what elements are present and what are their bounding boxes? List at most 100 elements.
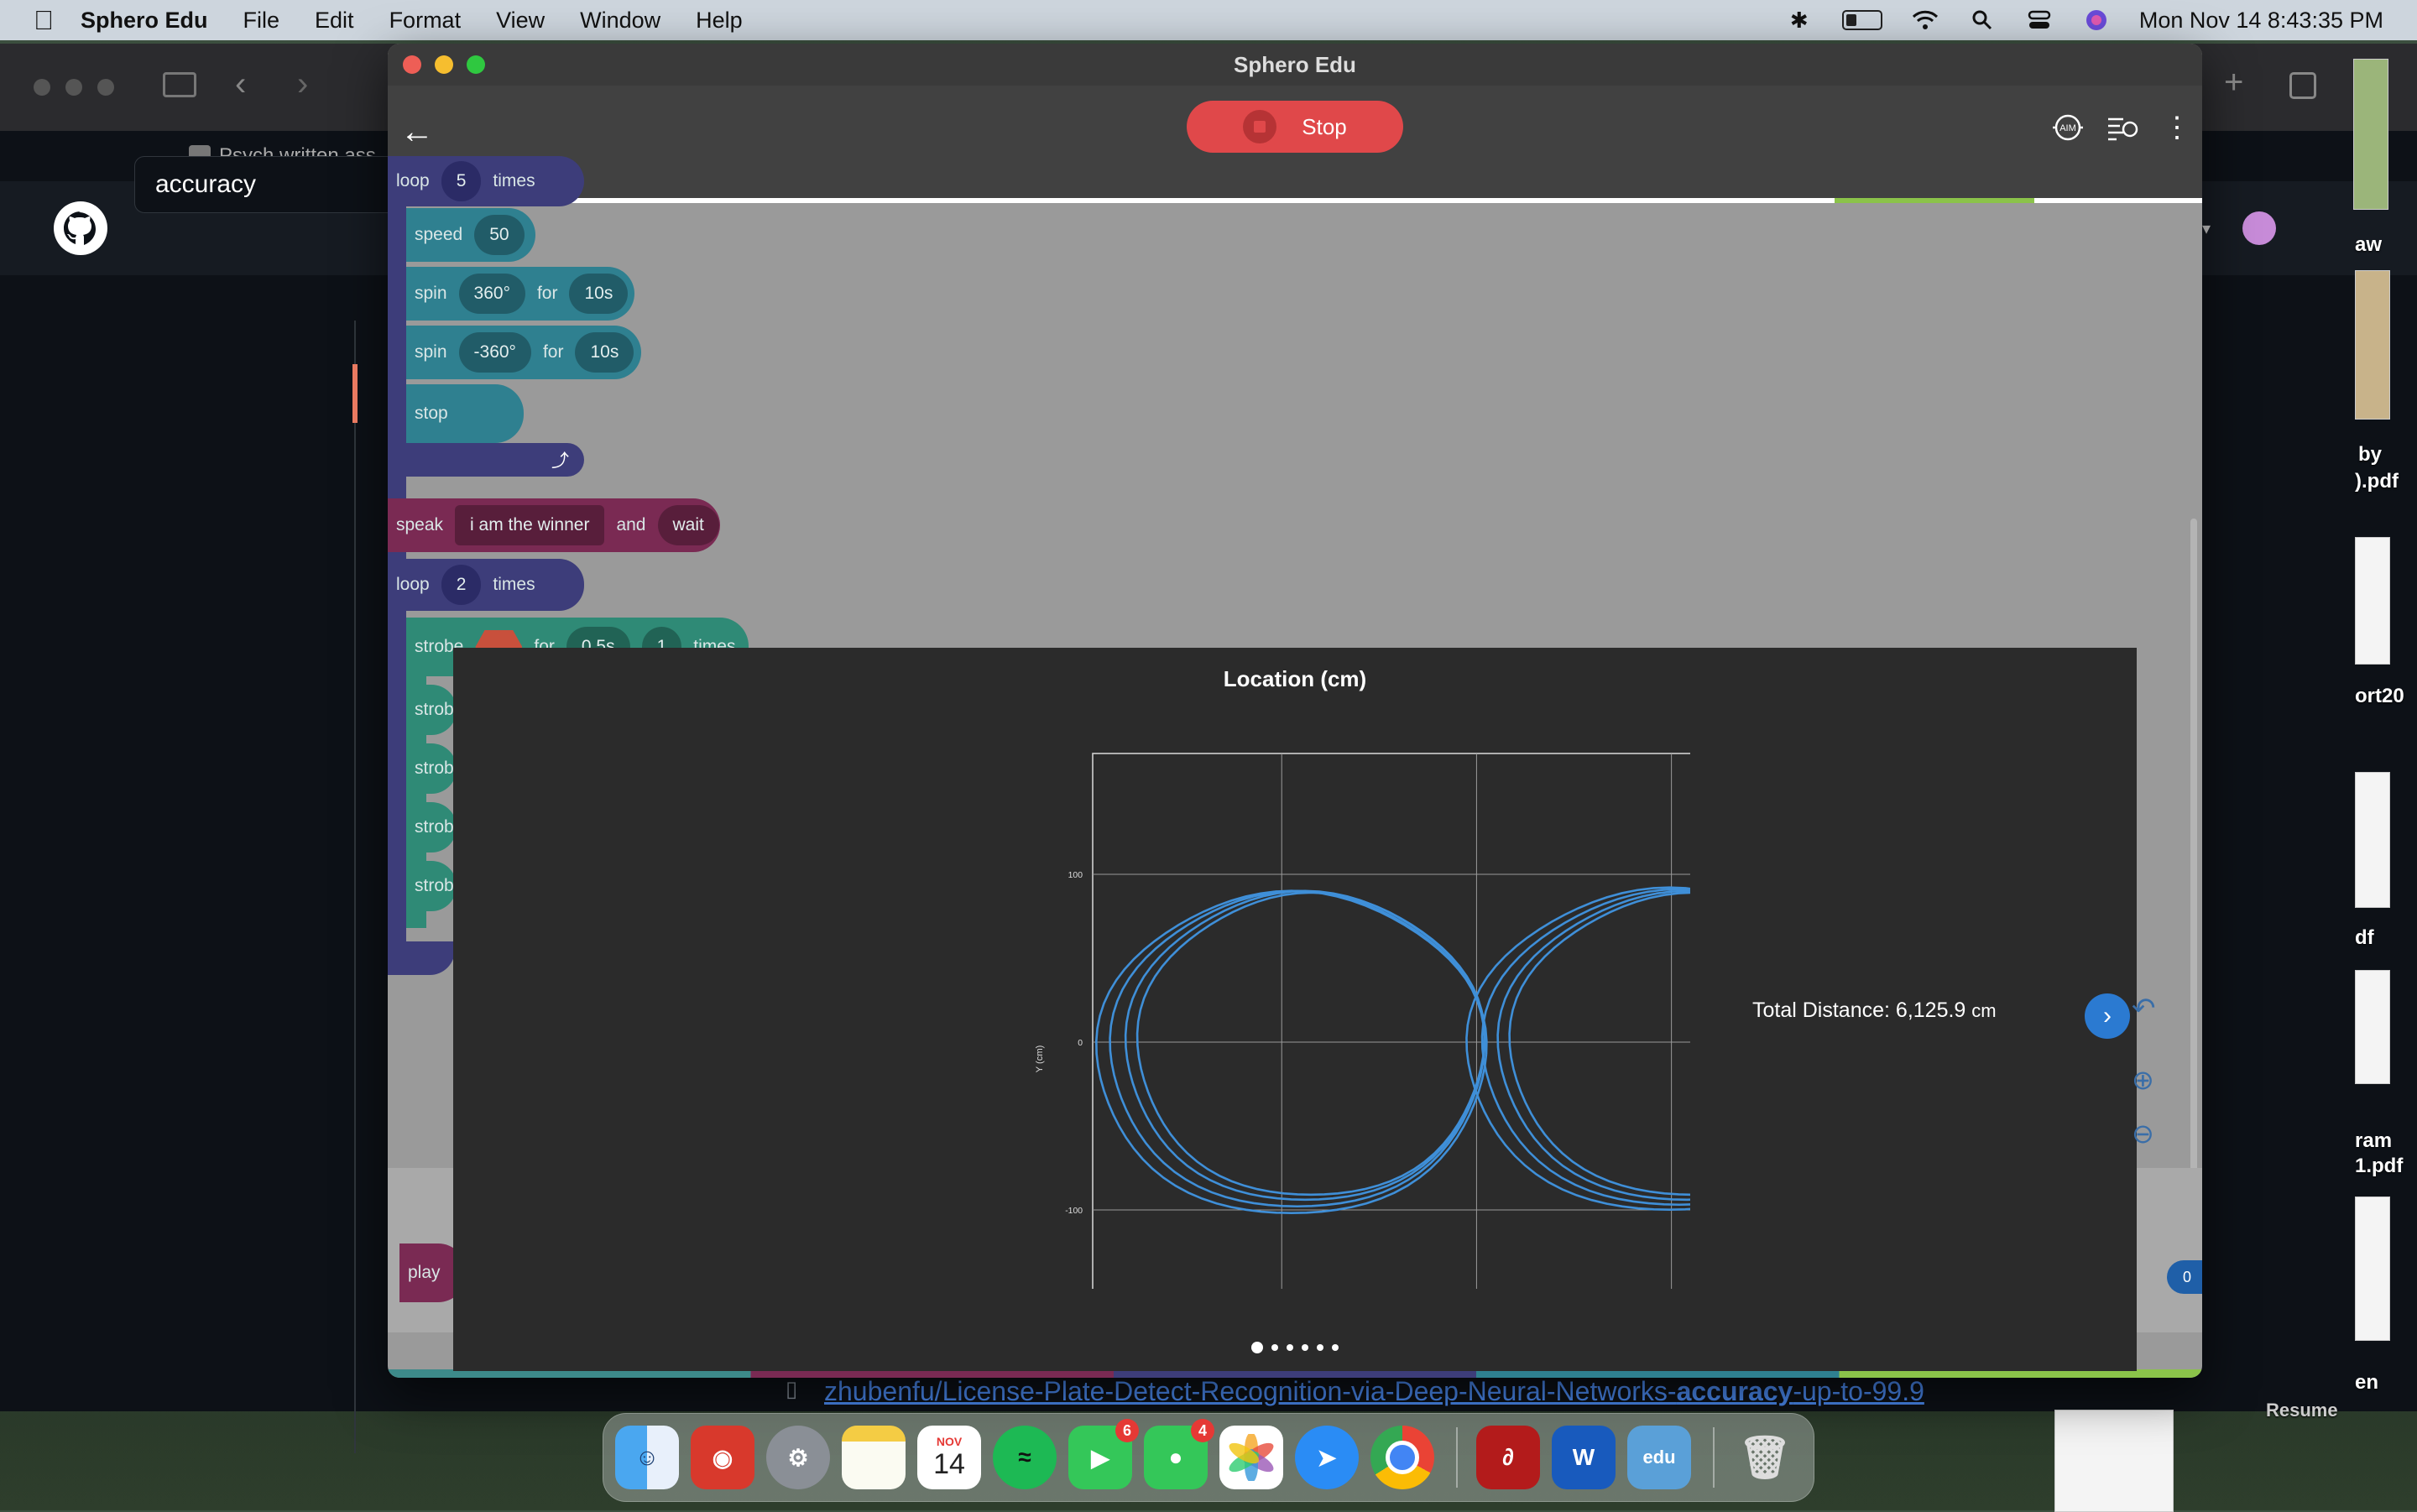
stop-button[interactable]: Stop [1187,101,1403,153]
strobe-block[interactable]: strob [406,861,457,911]
search-result-link[interactable]: zhubenfu/License-Plate-Detect-Recognitio… [824,1376,1924,1407]
desktop-file-label[interactable]: Resume [2266,1400,2338,1421]
photo-booth-icon[interactable]: ◉ [691,1426,754,1489]
repo-icon: ▯ [786,1376,798,1401]
zoom-in-icon[interactable]: ⊕ [2132,1064,2154,1096]
battery-icon[interactable] [1841,10,1882,30]
more-options-icon[interactable]: ⋮ [2159,109,2195,146]
system-preferences-icon[interactable]: ⚙ [766,1426,830,1489]
trajectory-loop [1135,891,1486,1197]
strobe-block[interactable]: strob [406,743,457,794]
svg-text:AIM: AIM [2059,123,2076,133]
spotlight-search-icon[interactable] [1968,8,1997,33]
safari-icon[interactable]: ➤ [1295,1426,1359,1489]
loop-block[interactable]: loop 5 times [388,156,584,206]
desktop-file-label[interactable]: ort20 [2355,685,2404,708]
window-minimize-button[interactable] [435,55,453,74]
siri-icon[interactable] [2082,8,2111,33]
loop-block[interactable]: loop 2 times [388,559,584,611]
sphero-edu-icon[interactable]: edu [1627,1426,1691,1489]
menu-format[interactable]: Format [389,8,462,34]
spotify-icon[interactable]: ≈ [993,1426,1057,1489]
next-chart-button[interactable]: › [2085,993,2130,1039]
trash-icon[interactable]: 🗑 [1733,1426,1797,1489]
photos-icon[interactable] [1219,1426,1283,1489]
sidebar-toggle-icon[interactable] [163,72,196,97]
desktop-file-thumb[interactable] [2355,1197,2390,1341]
page-dot[interactable] [1287,1344,1293,1351]
desktop-file-label[interactable]: ).pdf [2355,470,2399,493]
page-dot[interactable] [1251,1342,1263,1353]
chrome-icon[interactable] [1370,1426,1434,1489]
speak-block[interactable]: speak i am the winner and wait [388,498,720,552]
messages-icon[interactable]: ● 4 [1144,1419,1214,1489]
github-sidebar-edge [352,321,389,1453]
menu-help[interactable]: Help [696,8,743,34]
desktop-file-thumb[interactable] [2353,59,2388,210]
spin-block[interactable]: spin -360° for 10s [406,326,641,379]
chevron-down-icon[interactable]: ▾ [2202,218,2211,239]
tab-overview-icon[interactable] [2289,72,2316,99]
canvas-scrollbar[interactable] [2190,519,2197,1223]
browser-close-dot[interactable] [34,79,50,96]
menu-file[interactable]: File [243,8,280,34]
sensor-streaming-icon[interactable] [2103,109,2140,146]
speed-block[interactable]: speed 50 [406,208,535,262]
browser-zoom-dot[interactable] [97,79,114,96]
page-dot[interactable] [1332,1344,1339,1351]
strobe-block[interactable]: strob [406,802,457,852]
menu-window[interactable]: Window [580,8,660,34]
strobe-block[interactable]: strob [406,685,457,735]
aim-icon[interactable]: AIM [2049,109,2086,146]
desktop-file-label[interactable]: ram [2355,1129,2392,1153]
apple-menu-icon[interactable]:  [34,5,54,36]
total-distance-readout: Total Distance: 6,125.9 cm [1752,998,1997,1023]
window-zoom-button[interactable] [467,55,485,74]
menu-edit[interactable]: Edit [315,8,354,34]
finder-icon[interactable]: ☺ [615,1426,679,1489]
bluetooth-icon[interactable]: ✱ [1785,8,1814,33]
notes-icon[interactable] [842,1426,906,1489]
calendar-icon[interactable]: NOV 14 [917,1426,981,1489]
error-counter[interactable]: 0 [2167,1260,2202,1294]
menu-clock[interactable]: Mon Nov 14 8:43:35 PM [2139,8,2383,34]
desktop-file-thumb[interactable] [2355,537,2390,665]
back-chevron-icon[interactable]: ‹ [235,65,246,103]
chart-title: Location (cm) [1223,666,1367,691]
desktop-file-label[interactable]: df [2355,926,2374,950]
desktop-file-label[interactable]: aw [2355,233,2382,257]
word-icon[interactable]: W [1552,1426,1616,1489]
github-logo-icon[interactable] [52,200,109,257]
forward-chevron-icon[interactable]: › [297,65,308,103]
stop-block[interactable]: stop [406,384,524,443]
desktop-document-thumb[interactable] [2054,1410,2174,1512]
undo-icon[interactable]: ↶ [2132,992,2165,1034]
desktop-file-label[interactable]: en [2355,1371,2378,1395]
desktop-file-thumb[interactable] [2355,772,2390,908]
zoom-out-icon[interactable]: ⊖ [2132,1118,2154,1150]
control-center-icon[interactable] [2025,8,2054,33]
desktop-file-label[interactable]: by [2358,443,2382,467]
spin-block[interactable]: spin 360° for 10s [406,267,634,321]
acrobat-icon[interactable]: ∂ [1476,1426,1540,1489]
desktop-file-thumb[interactable] [2355,970,2390,1084]
desktop-file-label[interactable]: 1.pdf [2355,1155,2403,1178]
menu-view[interactable]: View [496,8,545,34]
page-dot[interactable] [1317,1344,1323,1351]
back-arrow-icon[interactable]: ← [396,111,438,153]
browser-minimize-dot[interactable] [65,79,82,96]
new-tab-icon[interactable]: + [2224,64,2243,102]
menu-app-name[interactable]: Sphero Edu [81,8,208,34]
loop-end-cap[interactable]: ⤴ [388,443,584,477]
user-avatar[interactable] [2242,211,2276,245]
facetime-icon[interactable]: ▶ 6 [1068,1419,1139,1489]
chart-page-indicator[interactable] [453,1342,2137,1353]
desktop-file-thumb[interactable] [2355,270,2390,420]
plot-frame [1092,753,1690,1289]
page-dot[interactable] [1271,1344,1278,1351]
menu-bar:  Sphero Edu File Edit Format View Windo… [0,0,2417,40]
page-dot[interactable] [1302,1344,1308,1351]
window-close-button[interactable] [403,55,421,74]
wifi-icon[interactable] [1911,8,1939,33]
github-search-input[interactable]: accuracy [134,156,403,213]
